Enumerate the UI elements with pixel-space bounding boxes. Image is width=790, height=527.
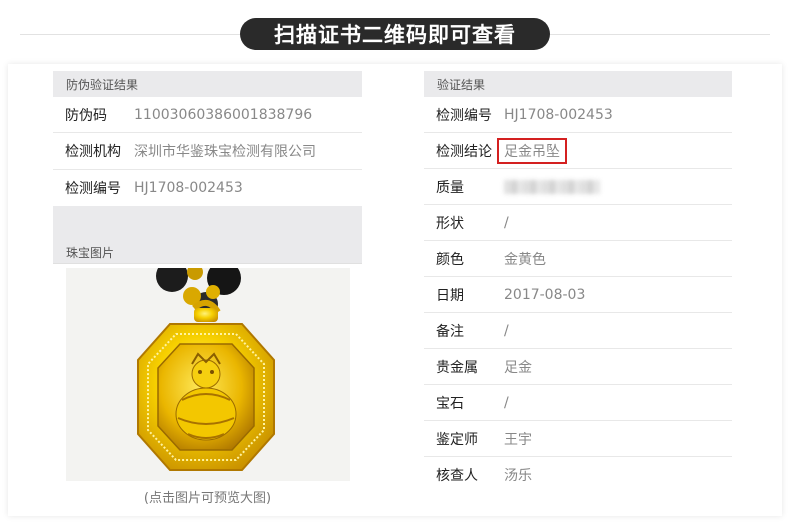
detail-row-test-number: 检测编号 HJ1708-002453 (424, 97, 732, 133)
row-value: / (504, 214, 509, 231)
detail-row-conclusion: 检测结论 足金吊坠 (424, 133, 732, 169)
row-label: 检测编号 (436, 107, 492, 124)
spacer (53, 205, 362, 242)
section-title: 验证结果 (424, 71, 732, 97)
pendant-image (137, 268, 275, 471)
row-value: 深圳市华鉴珠宝检测有限公司 (134, 143, 316, 160)
detail-row-verifier: 核查人 汤乐 (424, 457, 732, 493)
banner-title: 扫描证书二维码即可查看 (240, 18, 550, 50)
row-value: / (504, 322, 509, 339)
row-label: 检测结论 (436, 143, 492, 160)
detail-row-shape: 形状 / (424, 205, 732, 241)
row-label: 日期 (436, 287, 464, 304)
detail-row-testing-agency: 检测机构 深圳市华鉴珠宝检测有限公司 (53, 133, 362, 170)
detail-row-test-number: 检测编号 HJ1708-002453 (53, 170, 362, 206)
detail-row-weight: 质量 (424, 169, 732, 205)
row-value: HJ1708-002453 (134, 179, 243, 196)
divider (20, 34, 240, 35)
detail-row-color: 颜色 金黄色 (424, 241, 732, 277)
row-label: 检测编号 (65, 180, 121, 197)
row-label: 检测机构 (65, 143, 121, 160)
row-label: 鉴定师 (436, 431, 478, 448)
detail-row-precious-metal: 贵金属 足金 (424, 349, 732, 385)
row-value: 金黄色 (504, 251, 546, 268)
row-label: 备注 (436, 323, 464, 340)
row-label: 形状 (436, 215, 464, 232)
verification-result-panel: 验证结果 检测编号 HJ1708-002453 检测结论 足金吊坠 质量 形状 … (424, 71, 732, 493)
photo-caption: (点击图片可预览大图) (143, 491, 272, 506)
detail-row-anticounterfeit-code: 防伪码 11003060386001838796 (53, 97, 362, 134)
row-label: 防伪码 (65, 107, 107, 124)
row-value: 足金 (504, 359, 532, 376)
detail-row-remarks: 备注 / (424, 313, 732, 349)
row-label: 质量 (436, 179, 464, 196)
row-value: HJ1708-002453 (504, 106, 613, 123)
jewelry-photo[interactable] (66, 268, 350, 481)
highlighted-conclusion-value: 足金吊坠 (497, 137, 567, 164)
blurred-value (504, 179, 600, 194)
divider (550, 34, 770, 35)
anti-counterfeit-panel: 防伪验证结果 防伪码 11003060386001838796 检测机构 深圳市… (53, 71, 362, 264)
row-label: 核查人 (436, 468, 478, 484)
detail-row-gemstone: 宝石 / (424, 385, 732, 421)
row-value: 2017-08-03 (504, 286, 586, 303)
header-banner: 扫描证书二维码即可查看 (0, 18, 790, 52)
row-value: 11003060386001838796 (134, 106, 313, 123)
row-value: / (504, 394, 509, 411)
row-label: 贵金属 (436, 359, 478, 376)
row-value: 汤乐 (504, 468, 532, 484)
detail-row-date: 日期 2017-08-03 (424, 277, 732, 313)
detail-row-appraiser: 鉴定师 王宇 (424, 421, 732, 457)
row-value: 王宇 (504, 431, 532, 448)
section-title: 防伪验证结果 (53, 71, 362, 97)
row-label: 宝石 (436, 395, 464, 412)
photo-section-title: 珠宝图片 (53, 241, 362, 264)
row-label: 颜色 (436, 251, 464, 268)
